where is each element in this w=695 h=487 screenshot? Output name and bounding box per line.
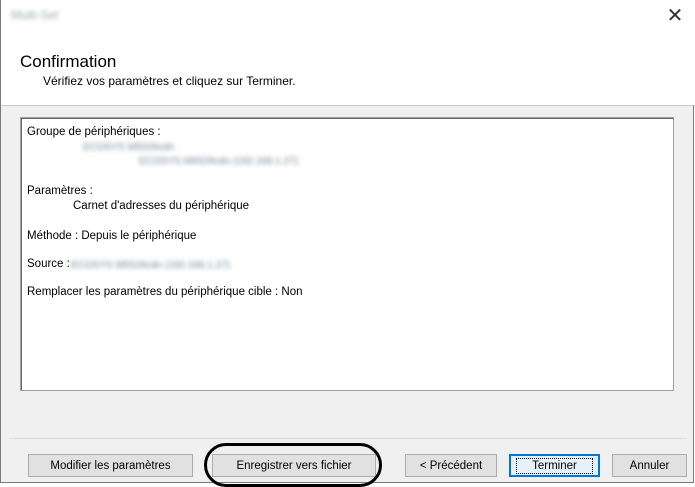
finish-button[interactable]: Terminer (509, 454, 600, 477)
wizard-header: Confirmation Vérifiez vos paramètres et … (1, 31, 695, 106)
cancel-button[interactable]: Annuler (612, 454, 687, 477)
close-icon: ✕ (666, 5, 684, 27)
device-group-item-1: ECOSYS M5526cdn (83, 142, 175, 153)
modify-settings-button[interactable]: Modifier les paramètres (28, 454, 193, 477)
source-value: ECOSYS M5526cdn (192.168.1.27) (71, 260, 230, 271)
window-title: Multi-Set (11, 8, 59, 22)
close-button[interactable]: ✕ (655, 0, 695, 31)
replace-settings-line: Remplacer les paramètres du périphérique… (27, 286, 303, 298)
title-bar: Multi-Set ✕ (1, 0, 695, 31)
footer-divider (9, 438, 687, 439)
settings-label: Paramètres : (27, 185, 93, 197)
page-title: Confirmation (20, 52, 117, 71)
device-group-label: Groupe de périphériques : (27, 126, 161, 138)
settings-value: Carnet d'adresses du périphérique (73, 200, 250, 212)
previous-button[interactable]: < Précédent (405, 454, 497, 477)
summary-panel[interactable]: Groupe de périphériques : ECOSYS M5526cd… (20, 117, 674, 391)
save-to-file-button[interactable]: Enregistrer vers fichier (212, 454, 376, 477)
device-group-item-2: ECOSYS M5526cdn (192.168.1.27) (139, 156, 298, 167)
finish-button-label: Terminer (516, 457, 593, 474)
page-subtitle: Vérifiez vos paramètres et cliquez sur T… (43, 74, 296, 88)
wizard-dialog: Multi-Set ✕ Confirmation Vérifiez vos pa… (0, 0, 695, 487)
source-label: Source : (27, 258, 70, 270)
method-line: Méthode : Depuis le périphérique (27, 230, 197, 242)
